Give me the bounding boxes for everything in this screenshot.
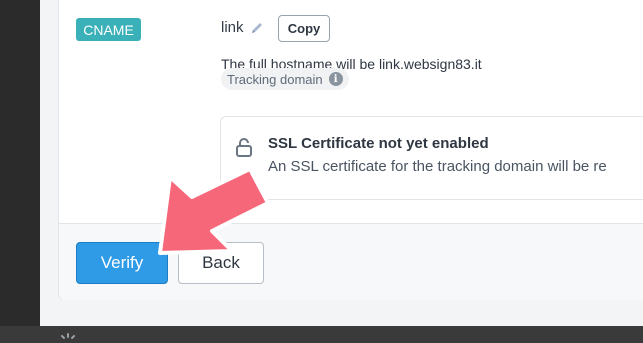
tracking-domain-label: Tracking domain — [227, 71, 323, 87]
copy-button[interactable]: Copy — [278, 15, 330, 42]
annotation-arrow — [158, 167, 270, 255]
host-name-label: link — [221, 19, 244, 36]
record-type-badge: CNAME — [76, 18, 141, 41]
left-sidebar-edge — [0, 0, 40, 326]
info-icon[interactable]: i — [328, 72, 343, 86]
ssl-title: SSL Certificate not yet enabled — [268, 135, 489, 152]
ssl-description: An SSL certificate for the tracking doma… — [268, 158, 607, 175]
tracking-domain-pill: Tracking domain i — [221, 68, 349, 90]
loading-spinner-icon — [61, 333, 75, 339]
pencil-icon[interactable] — [250, 21, 264, 35]
page-background: CNAME link Copy The full hostname will b… — [40, 0, 643, 326]
lock-icon — [235, 137, 253, 162]
ssl-status-panel: SSL Certificate not yet enabled An SSL c… — [220, 116, 643, 200]
host-name-field[interactable]: link — [221, 19, 264, 36]
